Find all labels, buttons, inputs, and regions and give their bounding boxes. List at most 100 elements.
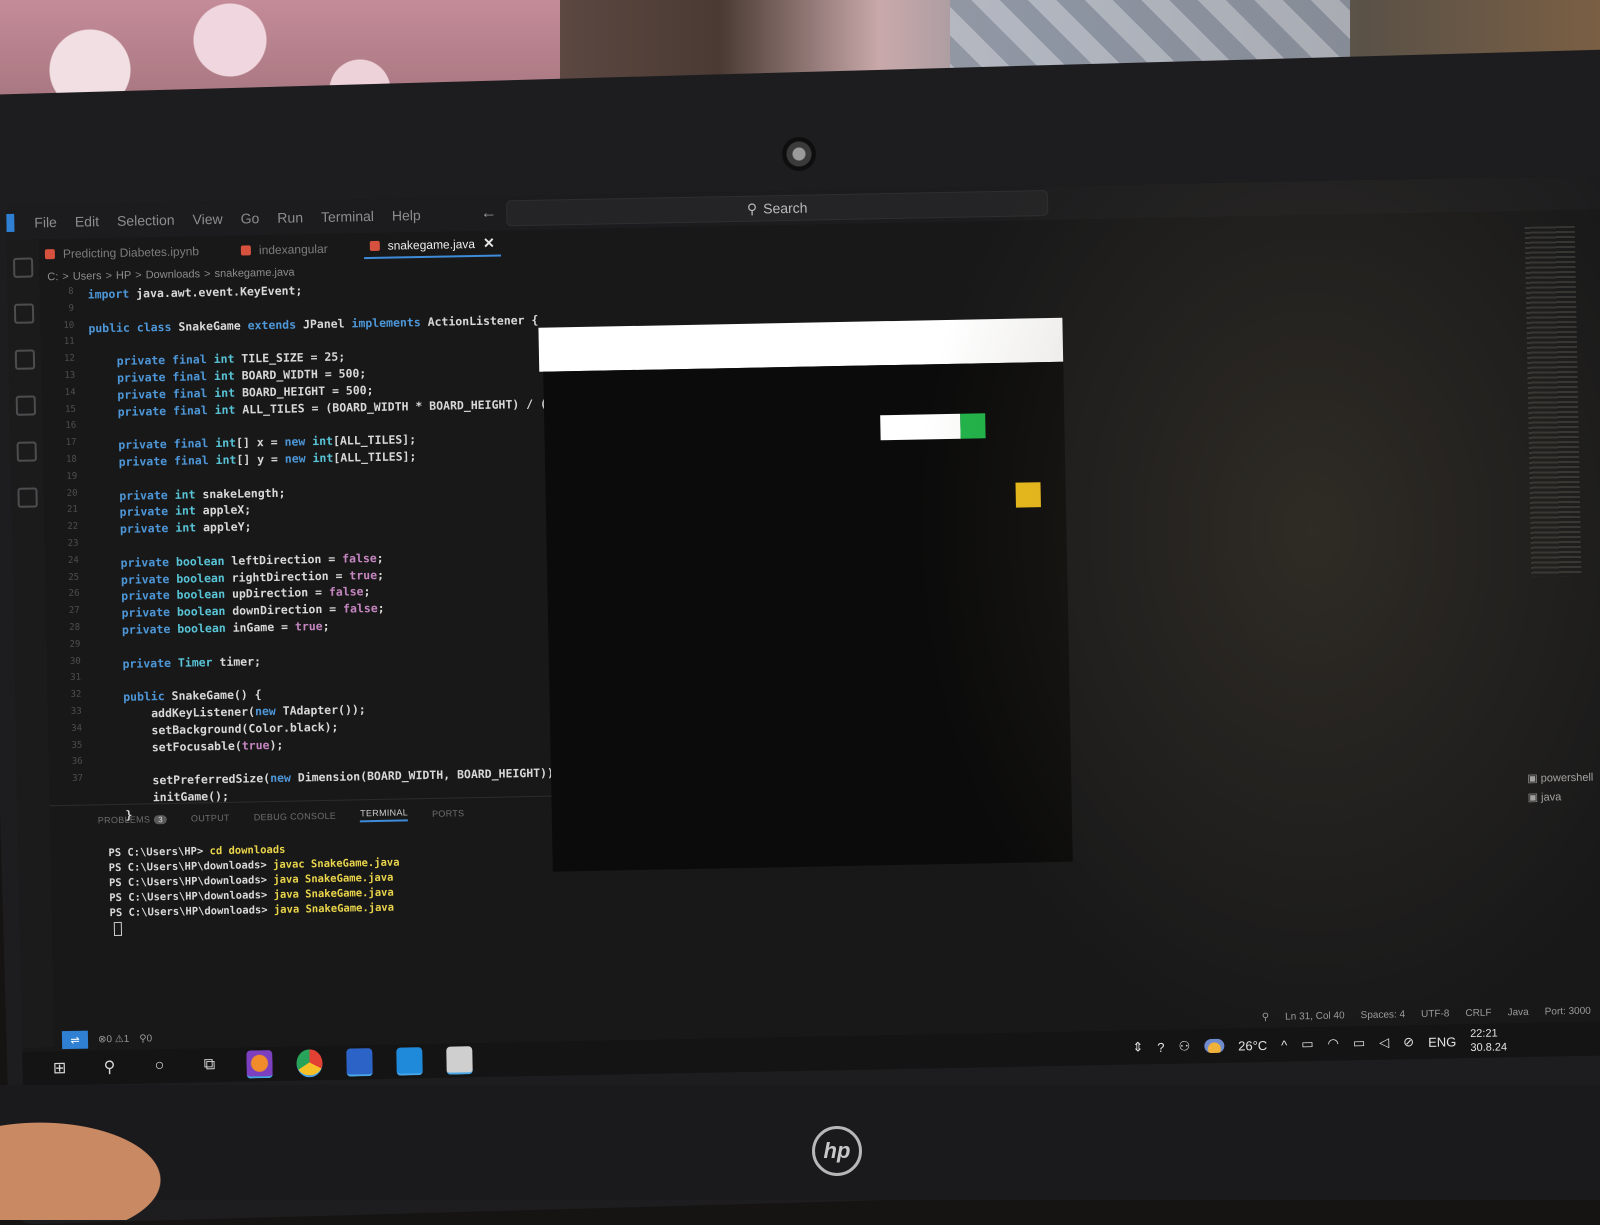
java-app-icon[interactable] [446, 1046, 473, 1075]
breadcrumb-separator: > [62, 270, 69, 283]
zoom-icon[interactable]: ⚲ [1262, 1011, 1270, 1022]
terminal-command: cd downloads [203, 843, 286, 858]
breadcrumb-item[interactable]: C: [47, 271, 58, 283]
temperature[interactable]: 26°C [1238, 1037, 1267, 1053]
problems-status[interactable]: ⊗0 ⚠1 [98, 1033, 129, 1045]
search-label: Search [762, 199, 808, 217]
chevron-up-icon[interactable]: ^ [1281, 1037, 1287, 1052]
snake-head [960, 413, 986, 439]
menu-help[interactable]: Help [392, 207, 421, 224]
line-number: 25 [68, 572, 80, 583]
tab-ports[interactable]: PORTS [432, 808, 465, 819]
run-debug-icon[interactable] [15, 395, 37, 416]
line-number: 17 [65, 437, 77, 449]
remote-indicator-icon[interactable]: ⇌ [61, 1030, 89, 1050]
task-view-icon[interactable]: ⧉ [196, 1052, 222, 1078]
terminal-command: java SnakeGame.java [267, 901, 395, 917]
code-lines[interactable]: import java.awt.event.KeyEvent; public cl… [88, 277, 568, 823]
back-arrow-icon[interactable]: ← [481, 205, 497, 223]
cortana-icon[interactable]: ○ [146, 1053, 172, 1079]
clock-time: 22:21 [1470, 1027, 1498, 1041]
breadcrumb-item[interactable]: HP [116, 270, 132, 282]
line-number: 20 [66, 488, 78, 499]
tab-problems[interactable]: PROBLEMS 3 [97, 814, 168, 826]
tab-debug-console[interactable]: DEBUG CONSOLE [254, 811, 337, 823]
port-status[interactable]: Port: 3000 [1545, 1005, 1591, 1017]
chevron-up-down-icon[interactable]: ⇕ [1132, 1039, 1143, 1055]
tab-indexangular[interactable]: indexangular [235, 242, 334, 258]
line-number: 28 [69, 622, 81, 633]
breadcrumb-item[interactable]: snakegame.java [214, 266, 294, 280]
hp-logo-icon: hp [812, 1126, 862, 1176]
tab-snakegame[interactable]: snakegame.java ✕ [363, 234, 501, 260]
terminal-prompt: PS C:\Users\HP> [108, 845, 204, 860]
command-search-box[interactable]: ⚲ Search [505, 189, 1049, 227]
line-number: 22 [67, 521, 79, 533]
encoding[interactable]: UTF-8 [1421, 1008, 1450, 1020]
terminal-list-item[interactable]: ▣ powershell [1527, 770, 1600, 785]
wifi-icon[interactable]: ◠ [1327, 1036, 1339, 1052]
firefox-icon[interactable] [246, 1050, 273, 1079]
hand [0, 1080, 250, 1220]
chrome-icon[interactable] [296, 1049, 323, 1078]
terminal-list: ▣ powershell ▣ java [1527, 770, 1600, 810]
testing-icon[interactable] [17, 487, 38, 508]
line-number: 31 [70, 672, 82, 684]
indentation[interactable]: Spaces: 4 [1361, 1009, 1406, 1021]
minimap[interactable] [1524, 225, 1582, 577]
close-icon[interactable]: ✕ [483, 235, 495, 252]
explorer-icon[interactable] [12, 257, 34, 278]
ports-status[interactable]: ⚲0 [139, 1033, 152, 1044]
menu-go[interactable]: Go [241, 210, 260, 226]
volume-icon[interactable]: ◁ [1379, 1035, 1389, 1051]
menu-view[interactable]: View [192, 211, 222, 228]
menu-selection[interactable]: Selection [117, 212, 175, 229]
line-number: 9 [68, 303, 75, 314]
java-file-icon [369, 240, 380, 251]
search-icon[interactable]: ⚲ [96, 1054, 122, 1080]
menu-bar: File Edit Selection View Go Run Terminal… [34, 207, 421, 230]
code-editor[interactable]: 8 9 10 11 12 13 14 15 16 17 18 19 20 21 22 23 24 25 26 27 28… [40, 277, 570, 821]
line-number: 21 [66, 505, 78, 516]
cursor-position[interactable]: Ln 31, Col 40 [1285, 1010, 1345, 1022]
snake-game-canvas[interactable] [543, 361, 1073, 872]
menu-terminal[interactable]: Terminal [321, 208, 374, 225]
tab-label: PROBLEMS [97, 814, 151, 826]
line-number: 34 [71, 723, 83, 734]
bottom-panel: PROBLEMS 3 OUTPUT DEBUG CONSOLE TERMINAL … [49, 795, 574, 1037]
people-icon[interactable]: ⚇ [1178, 1038, 1190, 1054]
terminal-cursor [113, 921, 123, 937]
notification-off-icon[interactable]: ⊘ [1403, 1034, 1414, 1050]
extensions-icon[interactable] [16, 441, 37, 462]
terminal-list-item[interactable]: ▣ java [1528, 789, 1600, 804]
menu-run[interactable]: Run [277, 209, 303, 225]
language-mode[interactable]: Java [1507, 1006, 1528, 1017]
breadcrumb-item[interactable]: Users [73, 270, 102, 283]
meet-icon[interactable]: ▭ [1301, 1036, 1314, 1052]
breadcrumb: C: > Users > HP > Downloads > snakegame.… [47, 266, 294, 283]
menu-edit[interactable]: Edit [75, 213, 99, 229]
windows-start-icon[interactable]: ⊞ [46, 1055, 72, 1081]
source-control-icon[interactable] [14, 349, 36, 370]
terminal-output[interactable]: PS C:\Users\HP> cd downloads PS C:\Users\… [50, 818, 572, 938]
tab-predicting-diabetes[interactable]: Predicting Diabetes.ipynb [39, 244, 205, 261]
line-number: 33 [70, 706, 82, 717]
menu-file[interactable]: File [34, 214, 57, 230]
file-icon [240, 245, 252, 256]
line-number: 11 [63, 337, 75, 348]
tab-terminal[interactable]: TERMINAL [360, 807, 409, 823]
terminal-command: java SnakeGame.java [266, 871, 394, 887]
search-icon[interactable] [13, 303, 35, 324]
weather-icon[interactable] [1204, 1038, 1225, 1054]
clock[interactable]: 22:21 30.8.24 [1470, 1026, 1507, 1055]
vscode-taskbar-icon[interactable] [396, 1047, 423, 1076]
line-ending[interactable]: CRLF [1465, 1007, 1491, 1018]
input-language[interactable]: ENG [1428, 1034, 1456, 1050]
tab-output[interactable]: OUTPUT [191, 813, 230, 824]
help-icon[interactable]: ? [1157, 1039, 1165, 1054]
battery-icon[interactable]: ▭ [1353, 1035, 1366, 1051]
status-right: ⚲ Ln 31, Col 40 Spaces: 4 UTF-8 CRLF Jav… [1262, 1005, 1591, 1022]
breadcrumb-item[interactable]: Downloads [146, 268, 201, 281]
clock-date: 30.8.24 [1470, 1041, 1508, 1055]
window-app-icon[interactable] [346, 1048, 373, 1077]
